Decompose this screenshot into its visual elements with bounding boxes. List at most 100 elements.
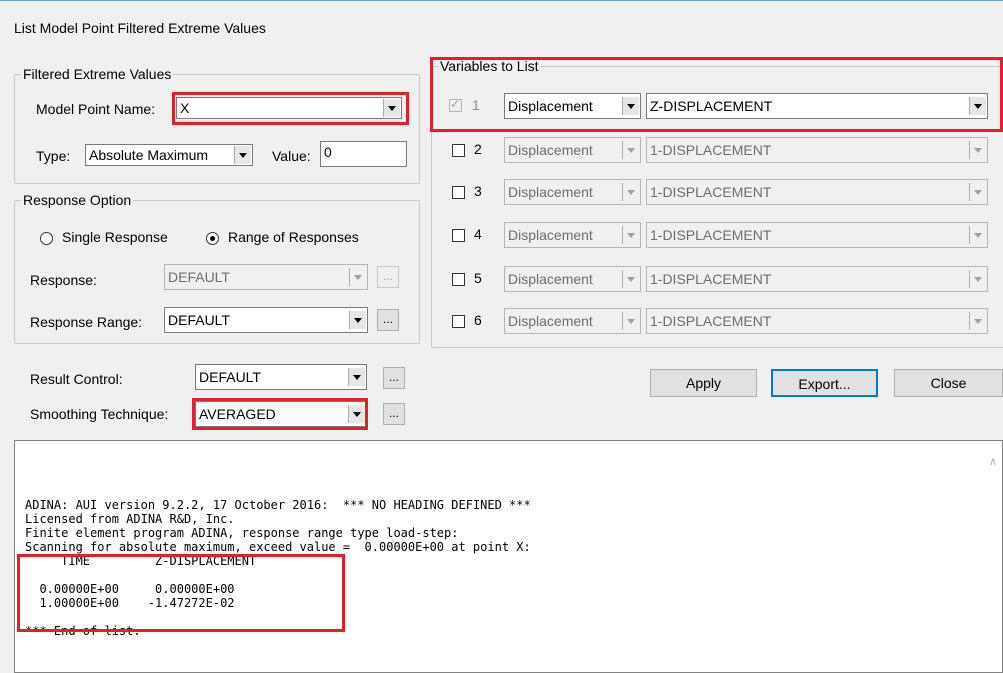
chevron-down-icon[interactable] (969, 183, 986, 201)
response-range-value: DEFAULT (168, 312, 230, 328)
output-line: 1.00000E+00 -1.47272E-02 (25, 596, 235, 610)
variable-type-value-2: Displacement (508, 142, 593, 158)
variable-name-combo-1[interactable]: Z-DISPLACEMENT (646, 93, 988, 119)
variable-checkbox-6[interactable] (452, 315, 465, 328)
variable-number-6: 6 (474, 312, 482, 328)
chevron-down-icon[interactable] (969, 312, 986, 330)
variable-number-3: 3 (474, 183, 482, 199)
variable-number-1: 1 (472, 97, 480, 113)
response-range-label: Response Range: (30, 314, 143, 330)
result-control-label: Result Control: (30, 371, 123, 387)
value-input[interactable]: 0 (320, 141, 407, 167)
variable-name-value-6: 1-DISPLACEMENT (650, 313, 772, 329)
response-group-label: Response Option (21, 192, 134, 208)
variable-number-2: 2 (474, 141, 482, 157)
variable-name-value-3: 1-DISPLACEMENT (650, 184, 772, 200)
response-value: DEFAULT (168, 269, 230, 285)
chevron-down-icon[interactable] (969, 270, 986, 288)
variables-group-label: Variables to List (438, 58, 541, 74)
result-control-ellipsis-button[interactable]: ... (383, 367, 405, 389)
chevron-down-icon[interactable] (348, 368, 365, 386)
chevron-down-icon[interactable] (969, 97, 986, 115)
variable-checkbox-3[interactable] (452, 186, 465, 199)
output-line: TIME Z-DISPLACEMENT (25, 554, 257, 568)
variable-name-value-1: Z-DISPLACEMENT (650, 98, 773, 114)
response-range-ellipsis-button[interactable]: ... (377, 309, 399, 331)
chevron-down-icon[interactable] (622, 141, 639, 159)
close-button[interactable]: Close (894, 369, 1003, 397)
response-label: Response: (30, 272, 97, 288)
variable-name-value-4: 1-DISPLACEMENT (650, 227, 772, 243)
variable-name-combo-5[interactable]: 1-DISPLACEMENT (646, 266, 988, 292)
output-line: ADINA: AUI version 9.2.2, 17 October 201… (25, 498, 531, 512)
output-pane[interactable]: ∧ ADINA: AUI version 9.2.2, 17 October 2… (14, 440, 1003, 673)
variable-number-5: 5 (474, 270, 482, 286)
smoothing-technique-label: Smoothing Technique: (30, 406, 169, 422)
variable-type-combo-5[interactable]: Displacement (504, 266, 641, 292)
variable-name-combo-3[interactable]: 1-DISPLACEMENT (646, 179, 988, 205)
variable-name-combo-6[interactable]: 1-DISPLACEMENT (646, 308, 988, 334)
variable-type-value-6: Displacement (508, 313, 593, 329)
model-point-name-value: X (180, 100, 190, 116)
variable-checkbox-5[interactable] (452, 273, 465, 286)
variable-type-combo-6[interactable]: Displacement (504, 308, 641, 334)
variable-type-combo-2[interactable]: Displacement (504, 137, 641, 163)
smoothing-technique-value: AVERAGED (199, 406, 276, 422)
chevron-down-icon[interactable] (622, 226, 639, 244)
smoothing-technique-combo[interactable]: AVERAGED (195, 401, 367, 427)
variable-name-value-5: 1-DISPLACEMENT (650, 271, 772, 287)
output-line: 0.00000E+00 0.00000E+00 (25, 582, 235, 596)
chevron-down-icon[interactable] (622, 312, 639, 330)
result-control-value: DEFAULT (199, 369, 261, 385)
result-control-combo[interactable]: DEFAULT (195, 364, 367, 390)
type-value: Absolute Maximum (89, 147, 209, 163)
chevron-down-icon[interactable] (349, 268, 366, 286)
output-line: Finite element program ADINA, response r… (25, 526, 459, 540)
variable-type-combo-4[interactable]: Displacement (504, 222, 641, 248)
output-line: Scanning for absolute maximum, exceed va… (25, 540, 531, 554)
chevron-down-icon[interactable] (383, 99, 400, 117)
chevron-down-icon[interactable] (349, 311, 366, 329)
variable-checkbox-4[interactable] (452, 229, 465, 242)
output-text: ADINA: AUI version 9.2.2, 17 October 201… (25, 498, 531, 638)
window-top-border (0, 0, 1003, 1)
variable-checkbox-2[interactable] (452, 144, 465, 157)
chevron-down-icon[interactable] (234, 146, 251, 164)
scroll-up-icon[interactable]: ∧ (989, 455, 997, 468)
variable-type-value-3: Displacement (508, 184, 593, 200)
smoothing-ellipsis-button[interactable]: ... (383, 403, 405, 425)
response-range-combo[interactable]: DEFAULT (164, 307, 368, 333)
single-response-radio[interactable] (40, 232, 53, 245)
response-combo[interactable]: DEFAULT (164, 264, 368, 290)
type-combo[interactable]: Absolute Maximum (85, 144, 253, 166)
single-response-label: Single Response (62, 229, 168, 245)
window-title: List Model Point Filtered Extreme Values (14, 20, 266, 36)
chevron-down-icon[interactable] (348, 405, 365, 423)
filtered-group-label: Filtered Extreme Values (21, 66, 174, 82)
range-of-responses-radio[interactable] (206, 232, 219, 245)
chevron-down-icon[interactable] (969, 226, 986, 244)
chevron-down-icon[interactable] (622, 97, 639, 115)
response-ellipsis-button[interactable]: ... (377, 266, 399, 288)
variable-type-value-1: Displacement (508, 98, 593, 114)
variable-type-combo-3[interactable]: Displacement (504, 179, 641, 205)
variable-name-combo-4[interactable]: 1-DISPLACEMENT (646, 222, 988, 248)
variable-type-value-5: Displacement (508, 271, 593, 287)
variable-name-combo-2[interactable]: 1-DISPLACEMENT (646, 137, 988, 163)
variable-type-value-4: Displacement (508, 227, 593, 243)
output-line: *** End of list. (25, 624, 141, 638)
model-point-name-label: Model Point Name: (36, 101, 156, 117)
variable-checkbox-1[interactable] (449, 97, 462, 112)
range-of-responses-label: Range of Responses (228, 229, 359, 245)
variable-name-value-2: 1-DISPLACEMENT (650, 142, 772, 158)
model-point-name-combo[interactable]: X (176, 97, 402, 119)
filtered-extreme-values-group: Filtered Extreme Values (14, 66, 420, 184)
output-line: Licensed from ADINA R&D, Inc. (25, 512, 235, 526)
variable-type-combo-1[interactable]: Displacement (504, 93, 641, 119)
variable-number-4: 4 (474, 226, 482, 242)
chevron-down-icon[interactable] (969, 141, 986, 159)
apply-button[interactable]: Apply (650, 369, 757, 397)
chevron-down-icon[interactable] (622, 183, 639, 201)
chevron-down-icon[interactable] (622, 270, 639, 288)
export-button[interactable]: Export... (771, 369, 878, 397)
